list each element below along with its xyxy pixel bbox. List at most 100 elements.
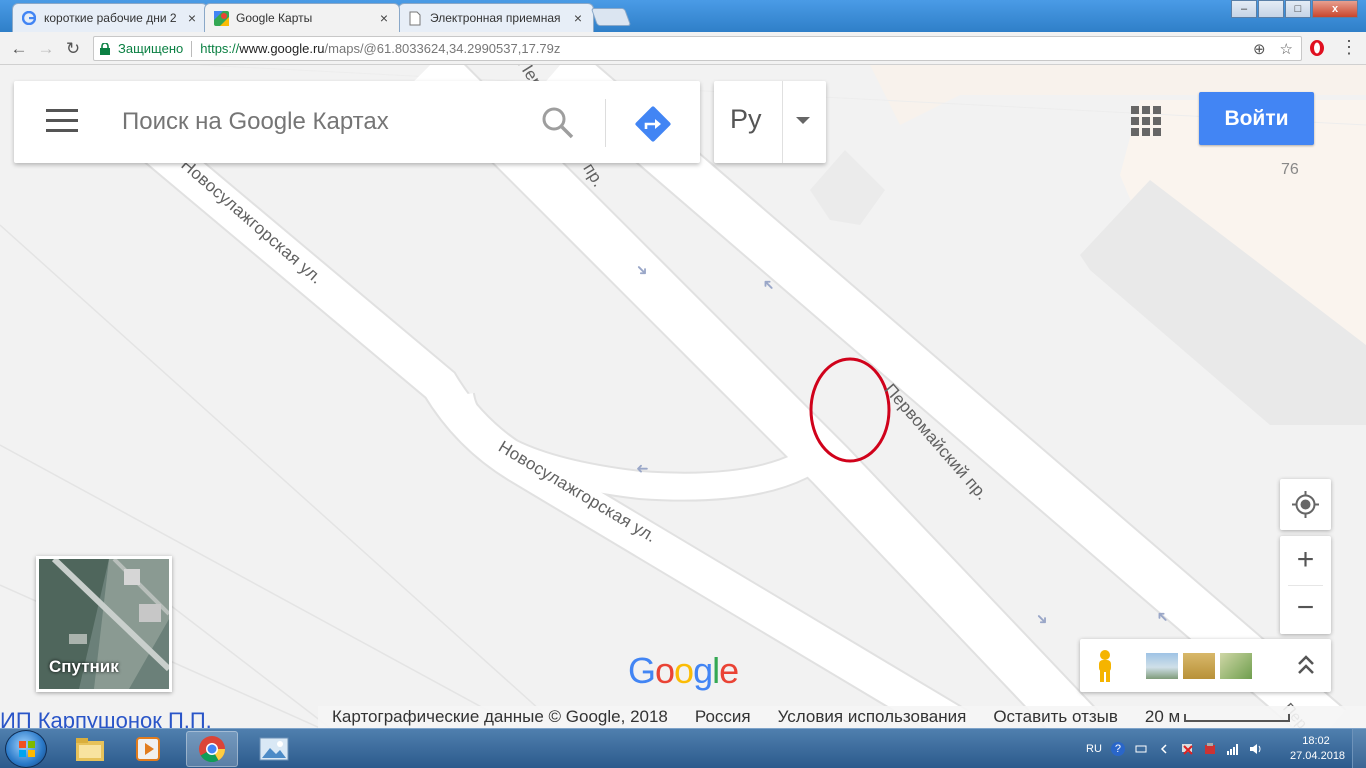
taskbar-explorer[interactable] — [64, 731, 116, 767]
start-button[interactable] — [5, 730, 47, 768]
map-footer: Картографические данные © Google, 2018 Р… — [318, 706, 1366, 728]
photo-viewer-icon — [259, 737, 289, 761]
satellite-label: Спутник — [49, 657, 119, 676]
logo-letter: e — [719, 650, 739, 691]
logo-letter: G — [628, 650, 656, 691]
reload-icon[interactable]: ↻ — [62, 38, 84, 60]
scale-bar — [1184, 713, 1291, 722]
show-desktop-button[interactable] — [1352, 729, 1366, 768]
chevron-down-icon[interactable] — [796, 117, 810, 124]
windows-explorer-icon — [76, 738, 104, 761]
chevron-up-icon[interactable] — [1296, 652, 1316, 678]
browser-toolbar: ← → ↻ Защищено https:// www.google.ru /m… — [0, 32, 1366, 65]
url-path: /maps/@61.8033624,34.2990537,17.79z — [324, 41, 561, 56]
sign-in-button[interactable]: Войти — [1199, 92, 1314, 145]
page-zoom-icon[interactable]: ⊕ — [1253, 40, 1266, 58]
layers-panel — [1080, 639, 1331, 692]
input-language[interactable]: RU — [1086, 743, 1102, 755]
browser-tab-strip: короткие рабочие дни 2 × Google Карты × … — [0, 0, 1366, 32]
region-link[interactable]: Россия — [695, 707, 751, 727]
google-apps-icon[interactable] — [1131, 106, 1161, 136]
tab-close-icon[interactable]: × — [377, 10, 391, 26]
lock-icon — [100, 42, 112, 55]
tab-title: Электронная приемная — [430, 11, 561, 25]
user-profile-icon[interactable] — [1258, 0, 1284, 18]
one-way-arrow-icon: ➜ — [636, 460, 649, 477]
back-arrow-icon[interactable]: ← — [8, 38, 30, 60]
flag-alert-icon[interactable] — [1180, 742, 1194, 756]
directions-icon[interactable] — [632, 103, 674, 145]
language-selector[interactable]: Ру — [714, 81, 826, 163]
address-bar[interactable]: Защищено https:// www.google.ru /maps/@6… — [93, 36, 1302, 61]
hamburger-menu-icon[interactable] — [46, 109, 78, 133]
scale-label: 20 м — [1144, 707, 1181, 726]
logo-letter: g — [693, 650, 713, 691]
search-icon[interactable] — [540, 105, 576, 141]
location-target-icon — [1292, 491, 1319, 518]
tab-google-maps[interactable]: Google Карты × — [204, 3, 400, 32]
feedback-link[interactable]: Оставить отзыв — [993, 707, 1118, 727]
terms-link[interactable]: Условия использования — [778, 707, 967, 727]
security-alert-icon[interactable] — [1203, 742, 1217, 756]
language-label: Ру — [730, 104, 762, 134]
map-roads-layer — [0, 65, 1366, 728]
chevron-left-icon[interactable] — [1157, 742, 1171, 756]
tab-close-icon[interactable]: × — [571, 10, 585, 26]
tab-title: короткие рабочие дни 2 — [44, 11, 177, 25]
taskbar-photo-viewer[interactable] — [248, 731, 300, 767]
opera-extension-icon[interactable] — [1308, 38, 1326, 58]
my-location-button[interactable] — [1280, 479, 1331, 530]
tab-short-workdays[interactable]: короткие рабочие дни 2 × — [12, 3, 208, 32]
forward-arrow-icon[interactable]: → — [35, 38, 57, 60]
logo-letter: o — [655, 650, 675, 691]
desktop-screen: { "browser": { "tabs": [ {"title": "коро… — [0, 0, 1366, 768]
minimize-icon[interactable]: – — [1231, 0, 1257, 18]
scale-indicator[interactable]: 20 м — [1144, 707, 1291, 727]
tab-e-reception[interactable]: Электронная приемная × — [398, 3, 594, 32]
chrome-icon — [199, 736, 226, 763]
address-bar-actions: ⊕ ☆ — [1253, 40, 1293, 58]
building-number-label: 76 — [1281, 161, 1299, 178]
volume-icon[interactable] — [1249, 742, 1263, 756]
address-separator — [191, 40, 193, 57]
help-icon[interactable]: ? — [1110, 742, 1125, 756]
google-g-icon — [21, 10, 37, 26]
windows-taskbar: RU ? 18:02 27.04.2018 — [0, 728, 1366, 768]
zoom-control: + − — [1280, 536, 1331, 634]
browser-menu-icon[interactable]: ⋮ — [1340, 36, 1358, 60]
overlay-caption: ИП Карпушонок П.П. — [0, 708, 212, 728]
pegman-icon[interactable] — [1094, 649, 1116, 683]
tab-close-icon[interactable]: × — [185, 10, 199, 26]
map-canvas[interactable]: Новосулажгорская ул. Новосулажгорская ул… — [0, 65, 1366, 728]
search-input[interactable] — [122, 103, 522, 141]
satellite-toggle[interactable]: Спутник — [36, 556, 172, 692]
search-divider — [605, 99, 606, 147]
media-player-icon — [136, 737, 160, 761]
zoom-in-button[interactable]: + — [1280, 536, 1331, 585]
logo-letter: o — [674, 650, 694, 691]
taskbar-clock[interactable]: 18:02 27.04.2018 — [1290, 734, 1346, 764]
secure-label: Защищено — [118, 41, 184, 56]
language-divider — [782, 81, 783, 163]
map-data-attribution: Картографические данные © Google, 2018 — [332, 707, 668, 726]
keyboard-icon[interactable] — [1134, 742, 1148, 756]
new-tab-button[interactable] — [590, 8, 632, 26]
network-signal-icon[interactable] — [1226, 742, 1240, 756]
document-icon — [407, 10, 423, 26]
zoom-out-button[interactable]: − — [1280, 586, 1331, 634]
taskbar-chrome[interactable] — [186, 731, 238, 767]
search-panel — [14, 81, 700, 163]
google-maps-icon — [213, 10, 229, 26]
terrain-thumbnail-icon[interactable] — [1220, 653, 1252, 679]
taskbar-media-player[interactable] — [122, 731, 174, 767]
maximize-icon[interactable]: □ — [1285, 0, 1311, 18]
system-tray: RU ? — [1086, 729, 1263, 768]
url-scheme: https:// — [200, 41, 240, 56]
bookmark-star-icon[interactable]: ☆ — [1280, 40, 1293, 58]
clock-date: 27.04.2018 — [1290, 750, 1346, 762]
close-window-icon[interactable]: x — [1312, 0, 1358, 18]
landscape-thumbnail-icon[interactable] — [1146, 653, 1178, 679]
clock-time: 18:02 — [1302, 735, 1330, 747]
field-thumbnail-icon[interactable] — [1183, 653, 1215, 679]
tab-title: Google Карты — [236, 11, 313, 25]
